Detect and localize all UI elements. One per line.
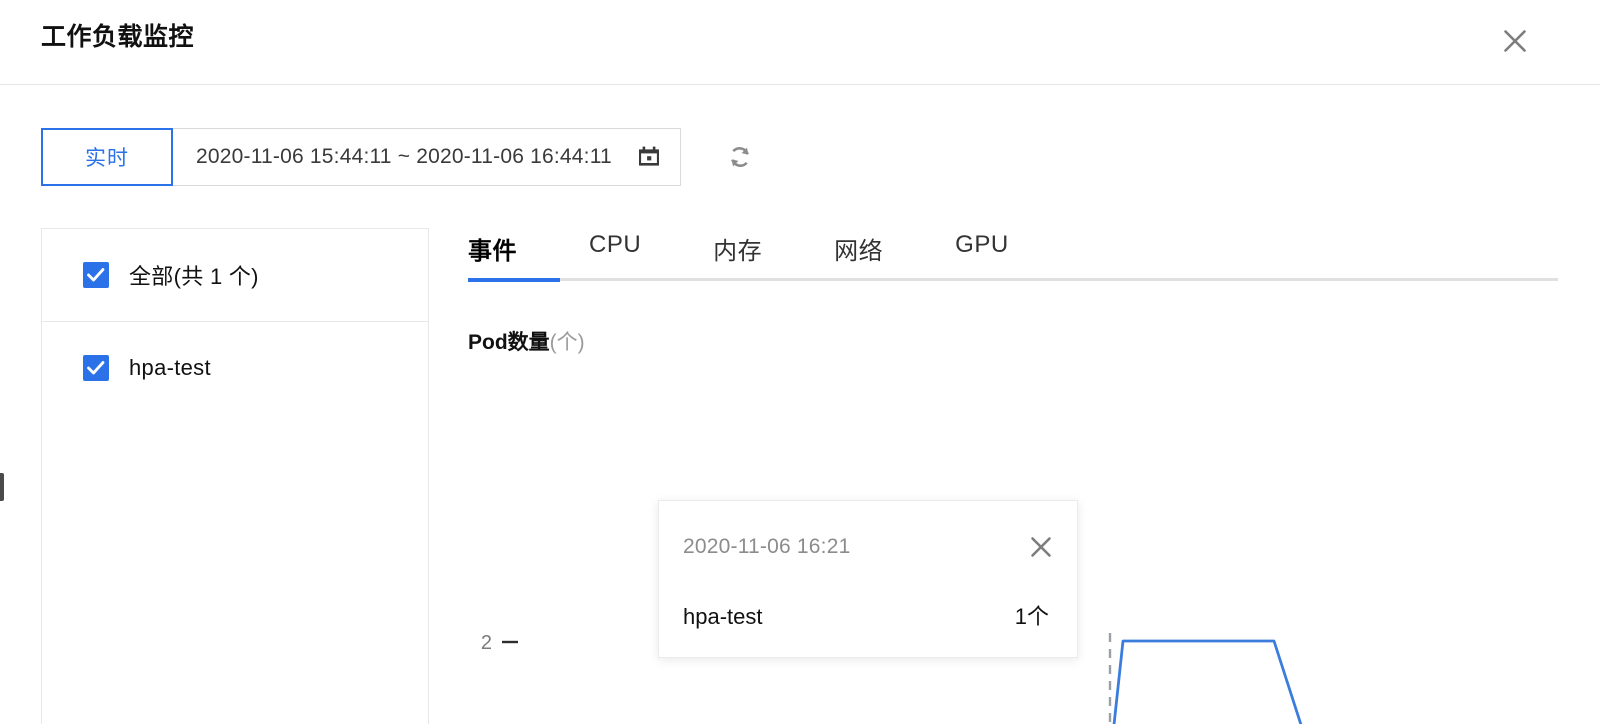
toolbar: 实时 2020-11-06 15:44:11 ~ 2020-11-06 16:4… [41, 128, 757, 186]
list-item-label: 全部(共 1 个) [129, 264, 259, 289]
checkbox-select-all[interactable] [83, 262, 109, 288]
chart-title: Pod数量(个) [468, 326, 585, 356]
tooltip-series-row: hpa-test 1个 [683, 599, 1049, 631]
tab-events[interactable]: 事件 [468, 228, 517, 266]
tab-network[interactable]: 网络 [834, 228, 883, 266]
tab-active-indicator [468, 278, 560, 282]
list-item-hpa-test[interactable]: hpa-test [42, 321, 428, 413]
tooltip-series-value: 1个 [1014, 604, 1049, 629]
drawer-collapse-handle[interactable] [0, 473, 4, 501]
tab-cpu[interactable]: CPU [589, 228, 641, 259]
refresh-icon [731, 147, 749, 167]
close-icon [1031, 537, 1051, 557]
tab-memory[interactable]: 内存 [713, 228, 762, 266]
refresh-button[interactable] [723, 140, 757, 174]
modal-header: 工作负载监控 [0, 0, 1600, 85]
calendar-icon [638, 146, 659, 166]
tab-bar: 事件 CPU 内存 网络 GPU [468, 228, 1600, 290]
tab-bar-underline [468, 278, 1558, 281]
page-title: 工作负载监控 [41, 23, 195, 51]
list-item-select-all[interactable]: 全部(共 1 个) [42, 229, 428, 321]
list-item-label: hpa-test [129, 354, 211, 380]
checkbox-hpa-test[interactable] [83, 354, 109, 381]
y-tick-label-2: 2 [481, 632, 492, 654]
chart-unit-text: (个) [549, 331, 585, 354]
tooltip-timestamp: 2020-11-06 16:21 [683, 535, 851, 558]
close-icon [1504, 30, 1526, 52]
check-icon [87, 268, 105, 282]
tooltip-series-name: hpa-test [683, 604, 763, 629]
date-range-value: 2020-11-06 15:44:11 ~ 2020-11-06 16:44:1… [196, 145, 612, 168]
chart-title-text: Pod数量 [468, 331, 550, 354]
workload-list-panel: 全部(共 1 个) hpa-test [41, 228, 429, 724]
tooltip-header: 2020-11-06 16:21 [683, 533, 1055, 561]
close-button[interactable] [1498, 24, 1532, 58]
tab-gpu[interactable]: GPU [955, 228, 1009, 259]
realtime-button[interactable]: 实时 [41, 128, 173, 186]
date-range-picker[interactable]: 2020-11-06 15:44:11 ~ 2020-11-06 16:44:1… [172, 128, 681, 186]
check-icon [87, 360, 105, 374]
chart-tooltip: 2020-11-06 16:21 hpa-test 1个 [658, 500, 1078, 658]
tooltip-close-button[interactable] [1027, 533, 1055, 561]
